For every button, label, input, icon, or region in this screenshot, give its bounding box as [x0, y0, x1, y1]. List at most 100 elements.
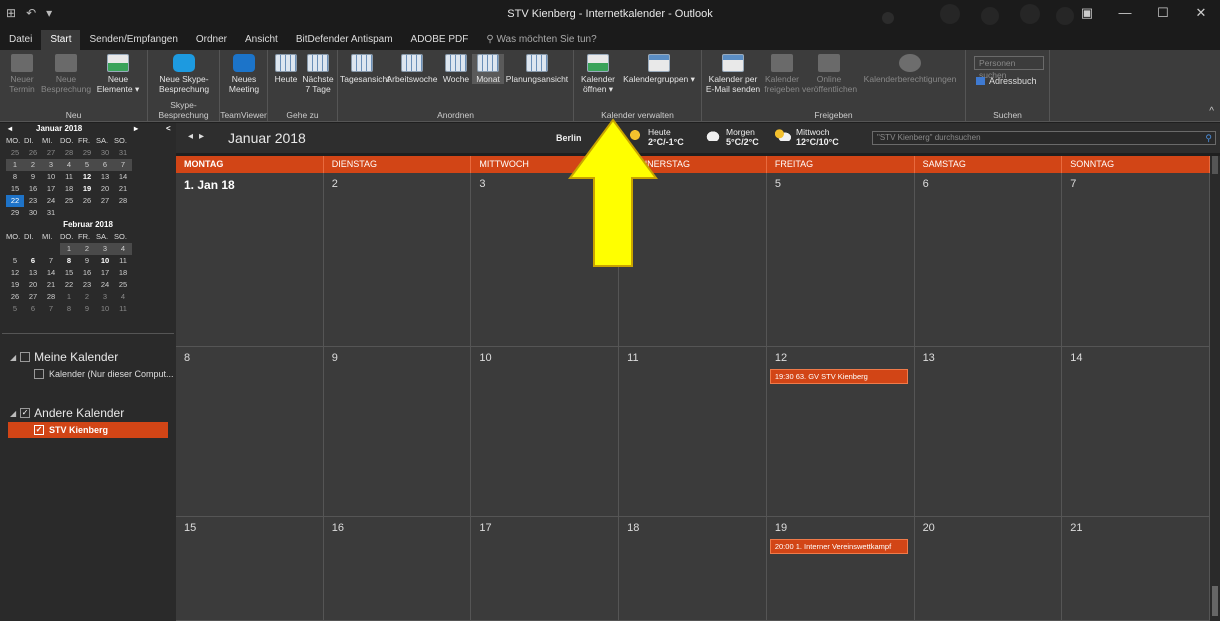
checkbox-checked[interactable]: ✓ — [34, 425, 44, 435]
mini-calendar-day[interactable]: 8 — [60, 255, 78, 267]
mini-calendar-day[interactable]: 18 — [114, 267, 132, 279]
mini-calendar-day[interactable]: 29 — [6, 207, 24, 219]
mini-calendar-day[interactable]: 24 — [42, 195, 60, 207]
mini-calendar-day[interactable]: 17 — [42, 183, 60, 195]
mini-calendar-day[interactable]: 11 — [60, 171, 78, 183]
calendar-search-input[interactable]: "STV Kienberg" durchsuchen ⚲ — [872, 131, 1216, 145]
day-cell[interactable]: 8 — [176, 347, 324, 517]
mini-calendar-day[interactable]: 15 — [60, 267, 78, 279]
mini-calendar-day[interactable]: 13 — [24, 267, 42, 279]
mini-calendar-day[interactable]: 1 — [6, 159, 24, 171]
mini-calendar-day[interactable]: 2 — [24, 159, 42, 171]
mini-calendar-day[interactable] — [6, 243, 24, 255]
mini-calendar-day[interactable] — [24, 243, 42, 255]
day-cell[interactable]: 15 — [176, 517, 324, 621]
mini-calendar-day[interactable]: 31 — [42, 207, 60, 219]
checkbox[interactable] — [34, 369, 44, 379]
mini-calendar-day[interactable]: 14 — [42, 267, 60, 279]
checkbox[interactable] — [20, 352, 31, 362]
search-people-input[interactable]: Personen suchen — [974, 56, 1044, 80]
calendar-item-stv-kienberg[interactable]: ✓ STV Kienberg — [8, 422, 168, 438]
mini-calendar-day[interactable]: 11 — [114, 255, 132, 267]
mini-calendar-day[interactable]: 26 — [24, 147, 42, 159]
mini-calendar-day[interactable]: 10 — [96, 303, 114, 315]
mini-calendar-day[interactable]: 7 — [114, 159, 132, 171]
mini-calendar-day[interactable]: 4 — [114, 291, 132, 303]
mini-calendar-day[interactable]: 1 — [60, 291, 78, 303]
mini-calendar-day[interactable]: 27 — [96, 195, 114, 207]
day-cell[interactable]: 1. Jan 18 — [176, 173, 324, 347]
maximize-button[interactable]: ☐ — [1144, 0, 1182, 28]
mini-calendar-day[interactable]: 5 — [6, 303, 24, 315]
day-cell[interactable]: 20 — [914, 517, 1063, 621]
mini-calendar-day[interactable]: 5 — [78, 159, 96, 171]
mini-calendar-day[interactable]: 3 — [96, 291, 114, 303]
day-cell[interactable]: 9 — [323, 347, 472, 517]
day-view-button[interactable]: Tagesansicht — [340, 54, 390, 84]
mini-calendar-day[interactable]: 21 — [114, 183, 132, 195]
mini-calendar-day[interactable]: 4 — [60, 159, 78, 171]
teamviewer-meeting-button[interactable]: Neues Meeting — [224, 54, 264, 94]
mini-calendar-day[interactable]: 6 — [96, 159, 114, 171]
day-cell[interactable]: 7 — [1062, 173, 1210, 347]
scrollbar-top[interactable] — [1212, 156, 1218, 174]
calendar-groups-button[interactable]: Kalendergruppen ▾ — [620, 54, 698, 84]
mini-calendar-day[interactable]: 4 — [114, 243, 132, 255]
tab-bitdefender[interactable]: BitDefender Antispam — [287, 30, 402, 50]
day-cell[interactable]: 18 — [619, 517, 767, 621]
tell-me-search[interactable]: ⚲ Was möchten Sie tun? — [477, 30, 605, 50]
mini-calendar-day[interactable]: 12 — [78, 171, 96, 183]
mini-calendar-day[interactable]: 6 — [24, 255, 42, 267]
day-cell[interactable]: 5 — [766, 173, 915, 347]
minimize-button[interactable]: — — [1106, 0, 1144, 28]
calendar-event[interactable]: 19:30 63. GV STV Kienberg — [769, 369, 908, 384]
new-meeting-button[interactable]: Neue Besprechung — [40, 54, 92, 94]
mini-calendar-day[interactable]: 24 — [96, 279, 114, 291]
publish-online-button[interactable]: Online veröffentlichen — [802, 54, 857, 94]
mini-calendar-day[interactable]: 28 — [60, 147, 78, 159]
mini-calendar-day[interactable]: 28 — [42, 291, 60, 303]
vertical-scrollbar[interactable] — [1210, 156, 1220, 621]
mini-calendar-day[interactable]: 19 — [6, 279, 24, 291]
mini-calendar-day[interactable]: 10 — [96, 255, 114, 267]
mini-calendar-day[interactable]: 30 — [96, 147, 114, 159]
mini-calendar-day[interactable]: 22 — [6, 195, 24, 207]
mini-calendar-day[interactable]: 15 — [6, 183, 24, 195]
new-appointment-button[interactable]: Neuer Termin — [4, 54, 40, 94]
mini-calendar-day[interactable]: 2 — [78, 243, 96, 255]
mini-calendar-day[interactable]: 25 — [60, 195, 78, 207]
mini-calendar-day[interactable]: 26 — [78, 195, 96, 207]
mini-calendar-day[interactable]: 18 — [60, 183, 78, 195]
tab-adobe-pdf[interactable]: ADOBE PDF — [402, 30, 478, 50]
mini-calendar-day[interactable] — [60, 207, 78, 219]
mini-calendar-day[interactable]: 26 — [6, 291, 24, 303]
today-button[interactable]: Heute — [272, 54, 300, 84]
skype-meeting-button[interactable]: Neue Skype-Besprechung — [152, 54, 216, 94]
close-button[interactable]: ✕ — [1182, 0, 1220, 28]
mini-calendar-day[interactable]: 12 — [6, 267, 24, 279]
mini-calendar-day[interactable]: 11 — [114, 303, 132, 315]
month-button[interactable]: Monat — [472, 54, 504, 84]
month-nav[interactable]: ◂▸ — [188, 131, 210, 142]
mini-calendar-day[interactable]: 5 — [6, 255, 24, 267]
next-icon[interactable]: ▸ — [199, 131, 210, 142]
new-items-button[interactable]: Neue Elemente ▾ — [92, 54, 144, 94]
day-cell[interactable]: 12 19:30 63. GV STV Kienberg — [766, 347, 915, 517]
mini-calendar-day[interactable]: 31 — [114, 147, 132, 159]
day-cell[interactable]: 16 — [323, 517, 472, 621]
mini-calendar-day[interactable]: 21 — [42, 279, 60, 291]
tab-ordner[interactable]: Ordner — [187, 30, 236, 50]
mini-calendar-day[interactable] — [114, 207, 132, 219]
collapse-pane-icon[interactable]: < — [166, 123, 171, 135]
email-calendar-button[interactable]: Kalender per E-Mail senden — [704, 54, 762, 94]
calendar-event[interactable]: 20:00 1. Interner Vereinswettkampf — [769, 539, 908, 554]
mini-calendar-day[interactable] — [78, 207, 96, 219]
mini-calendar-day[interactable]: 2 — [78, 291, 96, 303]
mini-calendar-day[interactable]: 7 — [42, 303, 60, 315]
open-calendar-button[interactable]: Kalender öffnen ▾ — [576, 54, 620, 94]
ribbon-display-icon[interactable]: ▣ — [1068, 0, 1106, 28]
mini-calendar-day[interactable]: 1 — [60, 243, 78, 255]
day-cell[interactable]: 21 — [1062, 517, 1210, 621]
next-month-icon[interactable]: ▸ — [134, 123, 138, 135]
collapse-ribbon-icon[interactable]: ^ — [1209, 106, 1214, 117]
